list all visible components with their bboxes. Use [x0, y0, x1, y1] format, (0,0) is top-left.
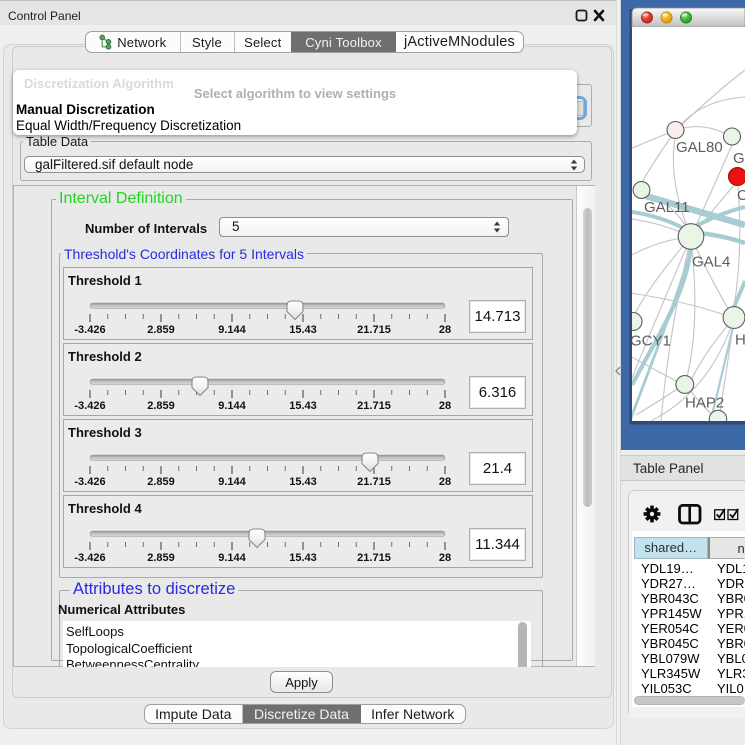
svg-text:2.859: 2.859 [147, 552, 175, 564]
svg-text:21.715: 21.715 [357, 324, 391, 336]
svg-text:21.715: 21.715 [357, 476, 391, 488]
svg-text:28: 28 [439, 476, 451, 488]
svg-text:9.144: 9.144 [218, 324, 246, 336]
svg-text:-3.426: -3.426 [74, 552, 105, 564]
svg-text:21.715: 21.715 [357, 400, 391, 412]
svg-text:-3.426: -3.426 [74, 476, 105, 488]
svg-text:15.43: 15.43 [289, 400, 317, 412]
svg-text:-3.426: -3.426 [74, 400, 105, 412]
svg-text:9.144: 9.144 [218, 400, 246, 412]
svg-text:HAP2: HAP2 [685, 395, 724, 412]
svg-text:H: H [735, 332, 745, 349]
svg-text:28: 28 [439, 324, 451, 336]
svg-text:15.43: 15.43 [289, 324, 317, 336]
svg-text:C: C [737, 187, 745, 204]
svg-text:15.43: 15.43 [289, 552, 317, 564]
svg-text:GA: GA [733, 150, 745, 167]
svg-text:28: 28 [439, 400, 451, 412]
svg-text:2.859: 2.859 [147, 324, 175, 336]
svg-text:2.859: 2.859 [147, 476, 175, 488]
svg-text:GAL80: GAL80 [676, 139, 723, 156]
svg-text:GAL11: GAL11 [644, 199, 690, 216]
svg-text:-3.426: -3.426 [74, 324, 105, 336]
svg-text:9.144: 9.144 [218, 476, 246, 488]
svg-text:21.715: 21.715 [357, 552, 391, 564]
svg-text:2.859: 2.859 [147, 400, 175, 412]
svg-text:GCY1: GCY1 [630, 333, 671, 350]
svg-text:9.144: 9.144 [218, 552, 246, 564]
svg-text:28: 28 [439, 552, 451, 564]
svg-text:GAL4: GAL4 [692, 254, 730, 271]
svg-text:15.43: 15.43 [289, 476, 317, 488]
